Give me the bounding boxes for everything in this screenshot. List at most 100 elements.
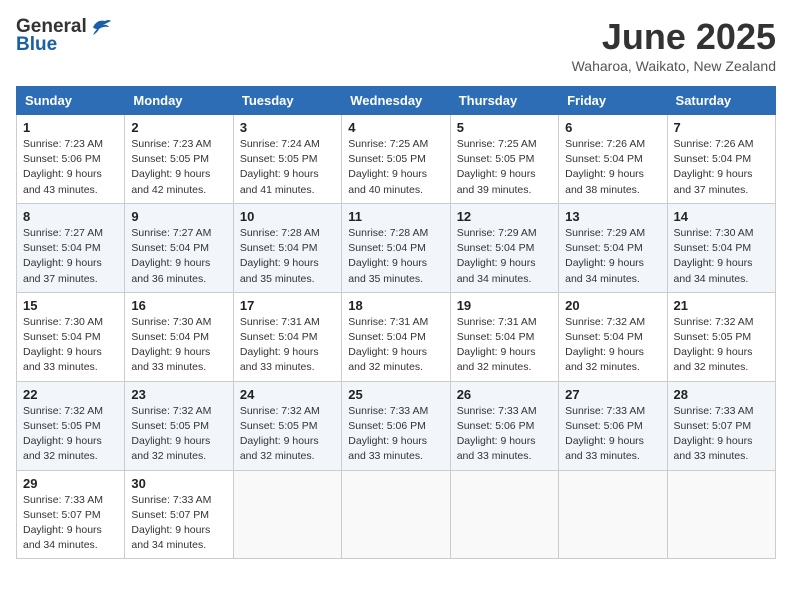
day-number: 21: [674, 298, 769, 313]
day-info: Sunrise: 7:27 AMSunset: 5:04 PMDaylight:…: [23, 226, 118, 287]
day-number: 8: [23, 209, 118, 224]
calendar-header-row: Sunday Monday Tuesday Wednesday Thursday…: [17, 87, 776, 115]
day-number: 22: [23, 387, 118, 402]
day-info: Sunrise: 7:33 AMSunset: 5:07 PMDaylight:…: [131, 493, 226, 554]
calendar-cell: 23 Sunrise: 7:32 AMSunset: 5:05 PMDaylig…: [125, 381, 233, 470]
day-info: Sunrise: 7:28 AMSunset: 5:04 PMDaylight:…: [240, 226, 335, 287]
day-number: 7: [674, 120, 769, 135]
calendar-cell: 24 Sunrise: 7:32 AMSunset: 5:05 PMDaylig…: [233, 381, 341, 470]
day-info: Sunrise: 7:33 AMSunset: 5:06 PMDaylight:…: [565, 404, 660, 465]
calendar-cell: 21 Sunrise: 7:32 AMSunset: 5:05 PMDaylig…: [667, 292, 775, 381]
calendar-cell: 11 Sunrise: 7:28 AMSunset: 5:04 PMDaylig…: [342, 203, 450, 292]
day-number: 26: [457, 387, 552, 402]
calendar-cell: 1 Sunrise: 7:23 AMSunset: 5:06 PMDayligh…: [17, 115, 125, 204]
day-info: Sunrise: 7:28 AMSunset: 5:04 PMDaylight:…: [348, 226, 443, 287]
logo-blue-text: Blue: [16, 34, 57, 56]
calendar-cell: 15 Sunrise: 7:30 AMSunset: 5:04 PMDaylig…: [17, 292, 125, 381]
calendar-cell: 4 Sunrise: 7:25 AMSunset: 5:05 PMDayligh…: [342, 115, 450, 204]
day-info: Sunrise: 7:30 AMSunset: 5:04 PMDaylight:…: [23, 315, 118, 376]
day-number: 18: [348, 298, 443, 313]
day-info: Sunrise: 7:33 AMSunset: 5:07 PMDaylight:…: [23, 493, 118, 554]
day-info: Sunrise: 7:32 AMSunset: 5:04 PMDaylight:…: [565, 315, 660, 376]
day-number: 19: [457, 298, 552, 313]
calendar-cell: 16 Sunrise: 7:30 AMSunset: 5:04 PMDaylig…: [125, 292, 233, 381]
day-info: Sunrise: 7:31 AMSunset: 5:04 PMDaylight:…: [348, 315, 443, 376]
calendar-cell: 2 Sunrise: 7:23 AMSunset: 5:05 PMDayligh…: [125, 115, 233, 204]
calendar-cell: 17 Sunrise: 7:31 AMSunset: 5:04 PMDaylig…: [233, 292, 341, 381]
calendar-cell: 29 Sunrise: 7:33 AMSunset: 5:07 PMDaylig…: [17, 470, 125, 559]
day-number: 27: [565, 387, 660, 402]
day-number: 17: [240, 298, 335, 313]
calendar-cell: 6 Sunrise: 7:26 AMSunset: 5:04 PMDayligh…: [559, 115, 667, 204]
day-number: 2: [131, 120, 226, 135]
col-monday: Monday: [125, 87, 233, 115]
day-info: Sunrise: 7:32 AMSunset: 5:05 PMDaylight:…: [23, 404, 118, 465]
calendar-week-4: 22 Sunrise: 7:32 AMSunset: 5:05 PMDaylig…: [17, 381, 776, 470]
day-number: 12: [457, 209, 552, 224]
day-number: 20: [565, 298, 660, 313]
col-thursday: Thursday: [450, 87, 558, 115]
day-info: Sunrise: 7:29 AMSunset: 5:04 PMDaylight:…: [457, 226, 552, 287]
day-number: 25: [348, 387, 443, 402]
calendar-cell: 22 Sunrise: 7:32 AMSunset: 5:05 PMDaylig…: [17, 381, 125, 470]
day-info: Sunrise: 7:32 AMSunset: 5:05 PMDaylight:…: [240, 404, 335, 465]
calendar-cell: [667, 470, 775, 559]
col-sunday: Sunday: [17, 87, 125, 115]
day-number: 29: [23, 476, 118, 491]
col-saturday: Saturday: [667, 87, 775, 115]
calendar-cell: [450, 470, 558, 559]
page-header: General Blue June 2025 Waharoa, Waikato,…: [16, 16, 776, 74]
day-info: Sunrise: 7:25 AMSunset: 5:05 PMDaylight:…: [348, 137, 443, 198]
calendar-week-1: 1 Sunrise: 7:23 AMSunset: 5:06 PMDayligh…: [17, 115, 776, 204]
title-section: June 2025 Waharoa, Waikato, New Zealand: [572, 16, 776, 74]
calendar-table: Sunday Monday Tuesday Wednesday Thursday…: [16, 86, 776, 559]
day-info: Sunrise: 7:23 AMSunset: 5:05 PMDaylight:…: [131, 137, 226, 198]
day-info: Sunrise: 7:33 AMSunset: 5:07 PMDaylight:…: [674, 404, 769, 465]
logo-bird-icon: [89, 17, 111, 37]
day-number: 23: [131, 387, 226, 402]
calendar-cell: [342, 470, 450, 559]
calendar-cell: 12 Sunrise: 7:29 AMSunset: 5:04 PMDaylig…: [450, 203, 558, 292]
calendar-cell: 5 Sunrise: 7:25 AMSunset: 5:05 PMDayligh…: [450, 115, 558, 204]
day-number: 16: [131, 298, 226, 313]
col-wednesday: Wednesday: [342, 87, 450, 115]
calendar-cell: 20 Sunrise: 7:32 AMSunset: 5:04 PMDaylig…: [559, 292, 667, 381]
day-number: 6: [565, 120, 660, 135]
day-number: 11: [348, 209, 443, 224]
day-number: 10: [240, 209, 335, 224]
calendar-cell: 9 Sunrise: 7:27 AMSunset: 5:04 PMDayligh…: [125, 203, 233, 292]
logo: General Blue: [16, 16, 111, 56]
calendar-cell: 19 Sunrise: 7:31 AMSunset: 5:04 PMDaylig…: [450, 292, 558, 381]
calendar-cell: 26 Sunrise: 7:33 AMSunset: 5:06 PMDaylig…: [450, 381, 558, 470]
day-info: Sunrise: 7:33 AMSunset: 5:06 PMDaylight:…: [348, 404, 443, 465]
day-number: 13: [565, 209, 660, 224]
location-title: Waharoa, Waikato, New Zealand: [572, 58, 776, 74]
calendar-cell: 25 Sunrise: 7:33 AMSunset: 5:06 PMDaylig…: [342, 381, 450, 470]
day-info: Sunrise: 7:26 AMSunset: 5:04 PMDaylight:…: [565, 137, 660, 198]
calendar-week-3: 15 Sunrise: 7:30 AMSunset: 5:04 PMDaylig…: [17, 292, 776, 381]
calendar-week-5: 29 Sunrise: 7:33 AMSunset: 5:07 PMDaylig…: [17, 470, 776, 559]
calendar-cell: 30 Sunrise: 7:33 AMSunset: 5:07 PMDaylig…: [125, 470, 233, 559]
calendar-cell: [559, 470, 667, 559]
day-info: Sunrise: 7:29 AMSunset: 5:04 PMDaylight:…: [565, 226, 660, 287]
day-number: 1: [23, 120, 118, 135]
day-number: 4: [348, 120, 443, 135]
day-number: 15: [23, 298, 118, 313]
day-number: 30: [131, 476, 226, 491]
calendar-cell: 7 Sunrise: 7:26 AMSunset: 5:04 PMDayligh…: [667, 115, 775, 204]
day-info: Sunrise: 7:31 AMSunset: 5:04 PMDaylight:…: [457, 315, 552, 376]
calendar-cell: 27 Sunrise: 7:33 AMSunset: 5:06 PMDaylig…: [559, 381, 667, 470]
calendar-cell: 3 Sunrise: 7:24 AMSunset: 5:05 PMDayligh…: [233, 115, 341, 204]
day-info: Sunrise: 7:26 AMSunset: 5:04 PMDaylight:…: [674, 137, 769, 198]
col-tuesday: Tuesday: [233, 87, 341, 115]
calendar-week-2: 8 Sunrise: 7:27 AMSunset: 5:04 PMDayligh…: [17, 203, 776, 292]
calendar-cell: 13 Sunrise: 7:29 AMSunset: 5:04 PMDaylig…: [559, 203, 667, 292]
calendar-cell: [233, 470, 341, 559]
day-info: Sunrise: 7:31 AMSunset: 5:04 PMDaylight:…: [240, 315, 335, 376]
calendar-cell: 14 Sunrise: 7:30 AMSunset: 5:04 PMDaylig…: [667, 203, 775, 292]
day-info: Sunrise: 7:32 AMSunset: 5:05 PMDaylight:…: [674, 315, 769, 376]
day-info: Sunrise: 7:30 AMSunset: 5:04 PMDaylight:…: [674, 226, 769, 287]
day-info: Sunrise: 7:25 AMSunset: 5:05 PMDaylight:…: [457, 137, 552, 198]
day-number: 14: [674, 209, 769, 224]
day-number: 24: [240, 387, 335, 402]
